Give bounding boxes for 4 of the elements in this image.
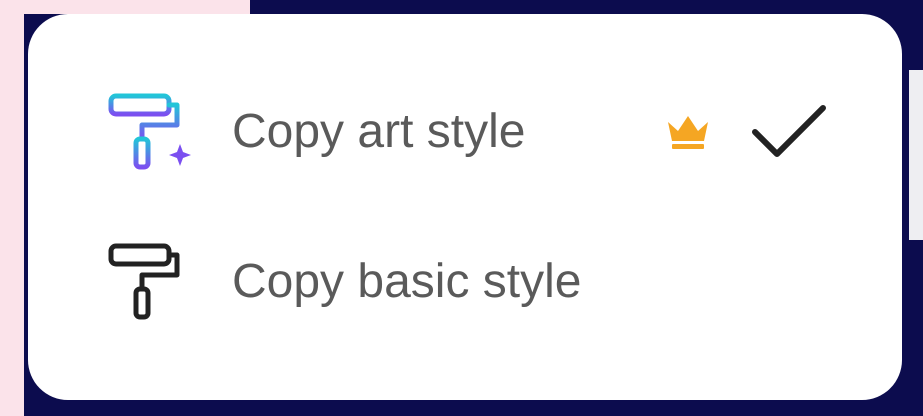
menu-item-label: Copy art style [232, 104, 526, 160]
menu-item[interactable]: Copy art style [108, 92, 827, 172]
menu-item[interactable]: Copy basic style [108, 242, 827, 322]
menu-item-label: Copy basic style [232, 254, 582, 310]
